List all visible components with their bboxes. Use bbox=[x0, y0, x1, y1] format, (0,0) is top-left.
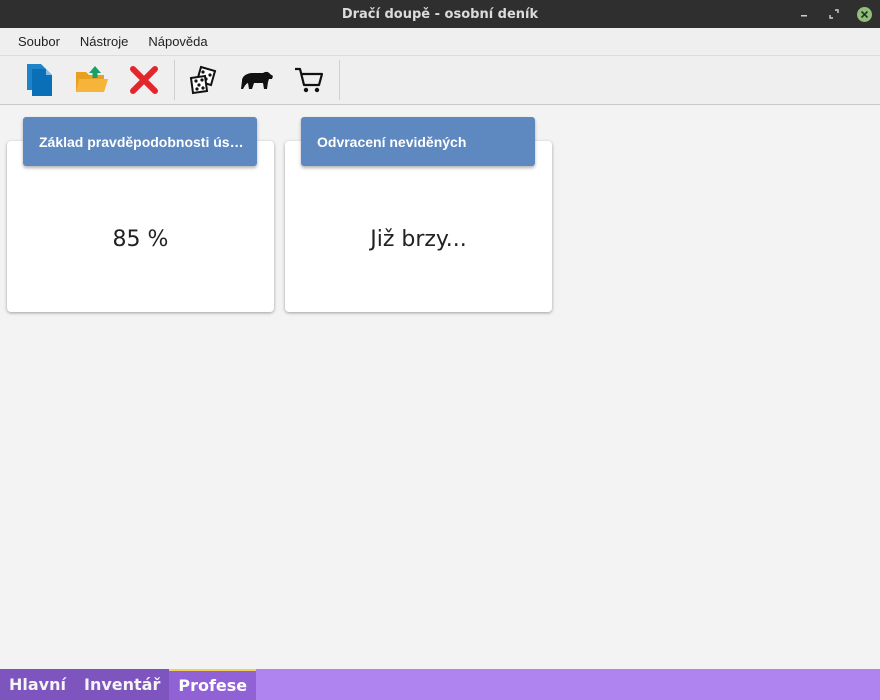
card-header: Základ pravděpodobnosti úsp... bbox=[23, 117, 257, 166]
delete-x-icon bbox=[130, 66, 158, 94]
open-folder-button[interactable] bbox=[66, 58, 118, 102]
stat-card-success-probability: Základ pravděpodobnosti úsp... 85 % bbox=[7, 117, 274, 312]
card-value: Již brzy... bbox=[370, 227, 467, 252]
close-button[interactable] bbox=[856, 6, 872, 22]
dice-button[interactable] bbox=[179, 58, 231, 102]
menu-soubor[interactable]: Soubor bbox=[8, 34, 70, 49]
dice-icon bbox=[189, 65, 217, 95]
toolbar-separator bbox=[339, 60, 340, 100]
bestiary-button[interactable] bbox=[231, 58, 283, 102]
bear-icon bbox=[241, 71, 273, 89]
tab-inventar[interactable]: Inventář bbox=[74, 669, 170, 700]
shop-button[interactable] bbox=[283, 58, 335, 102]
stat-card-averting-unseen: Odvracení neviděných Již brzy... bbox=[285, 117, 552, 312]
restore-icon bbox=[829, 9, 839, 19]
menu-bar: Soubor Nástroje Nápověda bbox=[0, 28, 880, 55]
tab-hlavni[interactable]: Hlavní bbox=[0, 669, 75, 700]
minimize-button[interactable] bbox=[796, 6, 812, 22]
window-title: Dračí doupě - osobní deník bbox=[341, 6, 539, 22]
open-folder-icon bbox=[76, 66, 108, 92]
restore-button[interactable] bbox=[826, 6, 842, 22]
bottom-tab-bar: Hlavní Inventář Profese bbox=[0, 669, 880, 700]
tab-profese[interactable]: Profese bbox=[169, 669, 257, 700]
card-title: Základ pravděpodobnosti úsp... bbox=[39, 133, 247, 150]
shopping-cart-icon bbox=[295, 67, 324, 93]
card-title: Odvracení neviděných bbox=[317, 133, 467, 150]
new-document-button[interactable] bbox=[14, 58, 66, 102]
card-header: Odvracení neviděných bbox=[301, 117, 535, 166]
card-value: 85 % bbox=[112, 227, 169, 252]
menu-nastroje[interactable]: Nástroje bbox=[70, 34, 138, 49]
toolbar bbox=[0, 55, 880, 105]
window-titlebar: Dračí doupě - osobní deník bbox=[0, 0, 880, 28]
menu-napoveda[interactable]: Nápověda bbox=[138, 34, 217, 49]
new-document-icon bbox=[27, 64, 52, 96]
window-controls bbox=[796, 0, 872, 28]
delete-button[interactable] bbox=[118, 58, 170, 102]
minimize-icon bbox=[801, 15, 807, 17]
toolbar-separator bbox=[174, 60, 175, 100]
close-icon bbox=[856, 6, 872, 22]
